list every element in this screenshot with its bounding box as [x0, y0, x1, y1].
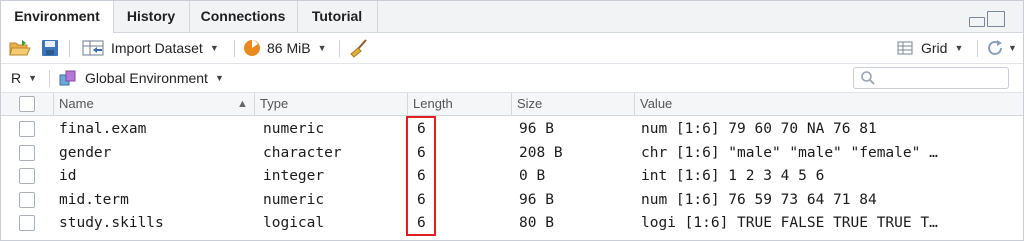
search-icon	[861, 71, 875, 85]
window-controls	[969, 11, 1009, 27]
cell-value: num [1:6] 79 60 70 NA 76 81	[641, 121, 877, 137]
table-row[interactable]: id integer 6 0 Bint [1:6] 1 2 3 4 5 6	[1, 164, 1023, 188]
cell-name: study.skills	[59, 215, 164, 231]
view-mode-dropdown[interactable]: Grid ▼	[897, 33, 963, 63]
column-header-name[interactable]: Name	[59, 93, 94, 115]
refresh-button[interactable]: ▼	[985, 33, 1017, 63]
environment-scope-label: Global Environment	[85, 70, 208, 86]
column-header-length[interactable]: Length	[413, 93, 453, 115]
cell-value: num [1:6] 76 59 73 64 71 84	[641, 191, 877, 208]
cell-value: logi [1:6] TRUE FALSE TRUE TRUE T…	[641, 215, 938, 231]
cell-value: chr [1:6] "male" "male" "female" …	[641, 144, 938, 161]
cell-size: 0 B	[519, 168, 546, 184]
language-label: R	[11, 70, 22, 86]
table-row[interactable]: mid.term numeric 6 96 Bnum [1:6] 76 59 73 6…	[1, 188, 1023, 212]
save-workspace-button[interactable]	[41, 33, 59, 63]
import-dataset-button[interactable]: Import Dataset ▼	[81, 33, 219, 63]
column-divider[interactable]	[254, 93, 255, 115]
tab-history[interactable]: History	[113, 1, 190, 32]
tab-tutorial[interactable]: Tutorial	[297, 1, 378, 32]
row-checkbox[interactable]	[19, 144, 35, 161]
column-divider[interactable]	[53, 93, 54, 115]
pane-tabbar: Environment History Connections Tutorial	[1, 1, 1023, 33]
toolbar-separator	[49, 70, 50, 87]
row-checkbox[interactable]	[19, 168, 35, 184]
select-all-checkbox[interactable]	[19, 96, 35, 112]
chevron-down-icon: ▼	[1008, 43, 1017, 53]
column-divider[interactable]	[407, 93, 408, 115]
cell-name: final.exam	[59, 121, 147, 137]
environment-scope-bar: R ▼ Global Environment ▼	[1, 64, 1023, 93]
cell-size: 208 B	[519, 144, 563, 161]
environment-scope-dropdown[interactable]: Global Environment ▼	[59, 64, 224, 92]
cell-type: integer	[263, 168, 325, 184]
environment-cubes-icon	[59, 70, 76, 86]
cell-type: logical	[263, 215, 325, 231]
toolbar-separator	[234, 40, 235, 57]
chevron-down-icon: ▼	[28, 73, 38, 83]
column-header-type[interactable]: Type	[260, 93, 288, 115]
open-folder-icon	[9, 40, 31, 56]
toolbar-separator	[339, 40, 340, 57]
grid-label: Grid	[921, 40, 948, 56]
import-dataset-label: Import Dataset	[111, 40, 203, 56]
toolbar-separator	[977, 40, 978, 57]
search-input[interactable]	[853, 67, 1009, 89]
chevron-down-icon: ▼	[214, 73, 224, 83]
chevron-down-icon: ▼	[317, 43, 327, 53]
cell-name: id	[59, 168, 77, 184]
column-header-size[interactable]: Size	[517, 93, 542, 115]
load-workspace-button[interactable]	[9, 33, 31, 63]
cell-type: numeric	[263, 191, 325, 208]
cell-type: numeric	[263, 121, 325, 137]
row-checkbox[interactable]	[19, 191, 35, 208]
minimize-pane-icon[interactable]	[969, 17, 985, 27]
cell-size: 96 B	[519, 191, 554, 208]
column-divider[interactable]	[511, 93, 512, 115]
table-header: Name ▲ Type Length Size Value	[1, 93, 1023, 116]
cell-name: gender	[59, 144, 112, 161]
table-row[interactable]: gender character 6 208 Bchr [1:6] "male" "m…	[1, 141, 1023, 165]
cell-type: character	[263, 144, 342, 161]
memory-pie-icon	[244, 40, 260, 56]
refresh-icon	[988, 40, 1002, 55]
memory-usage-button[interactable]: 86 MiB ▼	[243, 33, 327, 63]
row-checkbox[interactable]	[19, 215, 35, 231]
broom-icon	[350, 39, 367, 58]
maximize-pane-icon[interactable]	[987, 11, 1005, 27]
language-dropdown[interactable]: R ▼	[11, 64, 37, 92]
length-column-highlight	[406, 116, 436, 236]
grid-view-icon	[897, 41, 913, 55]
clear-workspace-button[interactable]	[349, 33, 369, 63]
environment-toolbar: Import Dataset ▼ 86 MiB ▼ Grid ▼ ▼	[1, 33, 1023, 64]
table-row[interactable]: study.skills logical 6 80 Blogi [1:6] TRUE …	[1, 211, 1023, 235]
tab-connections[interactable]: Connections	[189, 1, 298, 32]
memory-usage-label: 86 MiB	[267, 40, 311, 56]
toolbar-separator	[69, 40, 70, 57]
column-divider[interactable]	[634, 93, 635, 115]
save-icon	[42, 40, 58, 56]
chevron-down-icon: ▼	[209, 43, 219, 53]
row-checkbox[interactable]	[19, 121, 35, 137]
column-header-value[interactable]: Value	[640, 93, 672, 115]
cell-value: int [1:6] 1 2 3 4 5 6	[641, 168, 825, 184]
import-table-icon	[82, 40, 104, 56]
cell-name: mid.term	[59, 191, 129, 208]
tab-environment[interactable]: Environment	[1, 1, 114, 33]
chevron-down-icon: ▼	[954, 43, 964, 53]
cell-size: 96 B	[519, 121, 554, 137]
table-row[interactable]: final.exam numeric 6 96 Bnum [1:6] 79 60 70…	[1, 117, 1023, 141]
sort-ascending-icon[interactable]: ▲	[237, 93, 248, 115]
cell-size: 80 B	[519, 215, 554, 231]
